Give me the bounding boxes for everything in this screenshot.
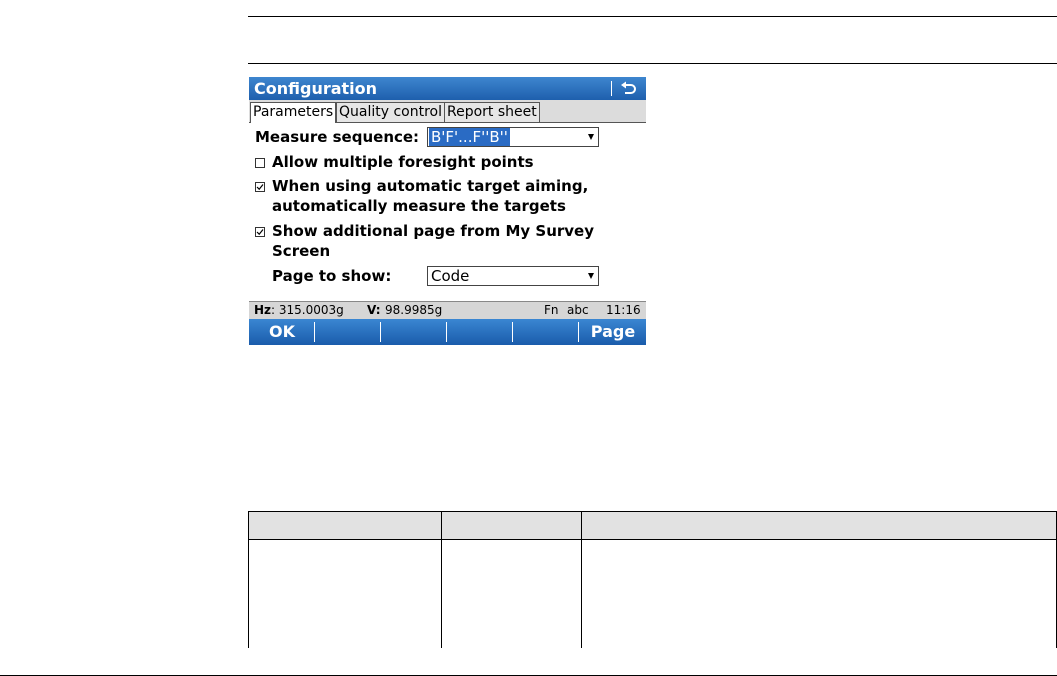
v-label: V: (367, 303, 381, 317)
page-to-show-value: Code (431, 267, 470, 285)
title-bar: Configuration (249, 77, 646, 100)
show-page-label-line2: Screen (272, 242, 331, 260)
hz-label: Hz (254, 303, 272, 317)
table-header-row (248, 511, 1057, 540)
page-to-show-label: Page to show: (272, 267, 392, 285)
measure-sequence-value: B'F'...F''B'' (429, 128, 510, 146)
dropdown-arrow-icon (588, 273, 594, 279)
softkey-f4[interactable] (447, 319, 513, 345)
softkey-bar: OK Page (249, 319, 646, 345)
auto-measure-label-line1: When using automatic target aiming, (272, 177, 589, 195)
v-value: 98.9985g (385, 303, 443, 317)
checkmark-icon (256, 229, 264, 236)
status-bar: Hz : 315.0003g V: 98.9985g Fn abc 11:16 (249, 301, 646, 319)
dropdown-arrow-icon (588, 134, 594, 140)
table-column-divider-1 (441, 511, 442, 648)
table-column-divider-2 (581, 511, 582, 648)
softkey-f2[interactable] (315, 319, 381, 345)
tab-report-sheet[interactable]: Report sheet (444, 102, 540, 122)
window-title: Configuration (254, 79, 378, 98)
softkey-label: OK (269, 322, 295, 341)
measure-sequence-label: Measure sequence: (255, 128, 420, 146)
allow-multiple-checkbox[interactable] (255, 158, 265, 168)
back-arrow-icon[interactable] (619, 80, 637, 98)
clock: 11:16 (606, 303, 641, 317)
measure-sequence-select[interactable]: B'F'...F''B'' (427, 127, 599, 147)
header-rule-bottom (248, 63, 1057, 64)
parameters-panel: Measure sequence: B'F'...F''B'' Allow mu… (249, 123, 646, 301)
show-page-label-line1: Show additional page from My Survey (272, 222, 594, 240)
tab-quality-control[interactable]: Quality control (336, 102, 446, 122)
softkey-ok[interactable]: OK (249, 319, 315, 345)
title-separator (611, 81, 612, 96)
softkey-f5[interactable] (513, 319, 579, 345)
softkey-f3[interactable] (381, 319, 447, 345)
show-page-checkbox[interactable] (255, 227, 265, 237)
hz-value: : 315.0003g (271, 303, 344, 317)
table-border-left (248, 511, 249, 648)
softkey-label: Page (590, 322, 636, 341)
checkmark-icon (256, 184, 264, 191)
configuration-screen: Configuration Parameters Quality control… (249, 77, 646, 345)
auto-measure-checkbox[interactable] (255, 182, 265, 192)
allow-multiple-label: Allow multiple foresight points (272, 153, 534, 171)
description-table (248, 511, 1057, 648)
header-rule-top (248, 16, 1057, 17)
tab-parameters[interactable]: Parameters (250, 102, 337, 123)
input-mode-indicator: abc (567, 303, 589, 317)
tab-strip: Parameters Quality control Report sheet (249, 100, 646, 123)
auto-measure-label-line2: automatically measure the targets (272, 197, 566, 215)
page-to-show-select[interactable]: Code (427, 266, 599, 286)
softkey-page[interactable]: Page (580, 319, 646, 345)
fn-indicator: Fn (544, 303, 559, 317)
